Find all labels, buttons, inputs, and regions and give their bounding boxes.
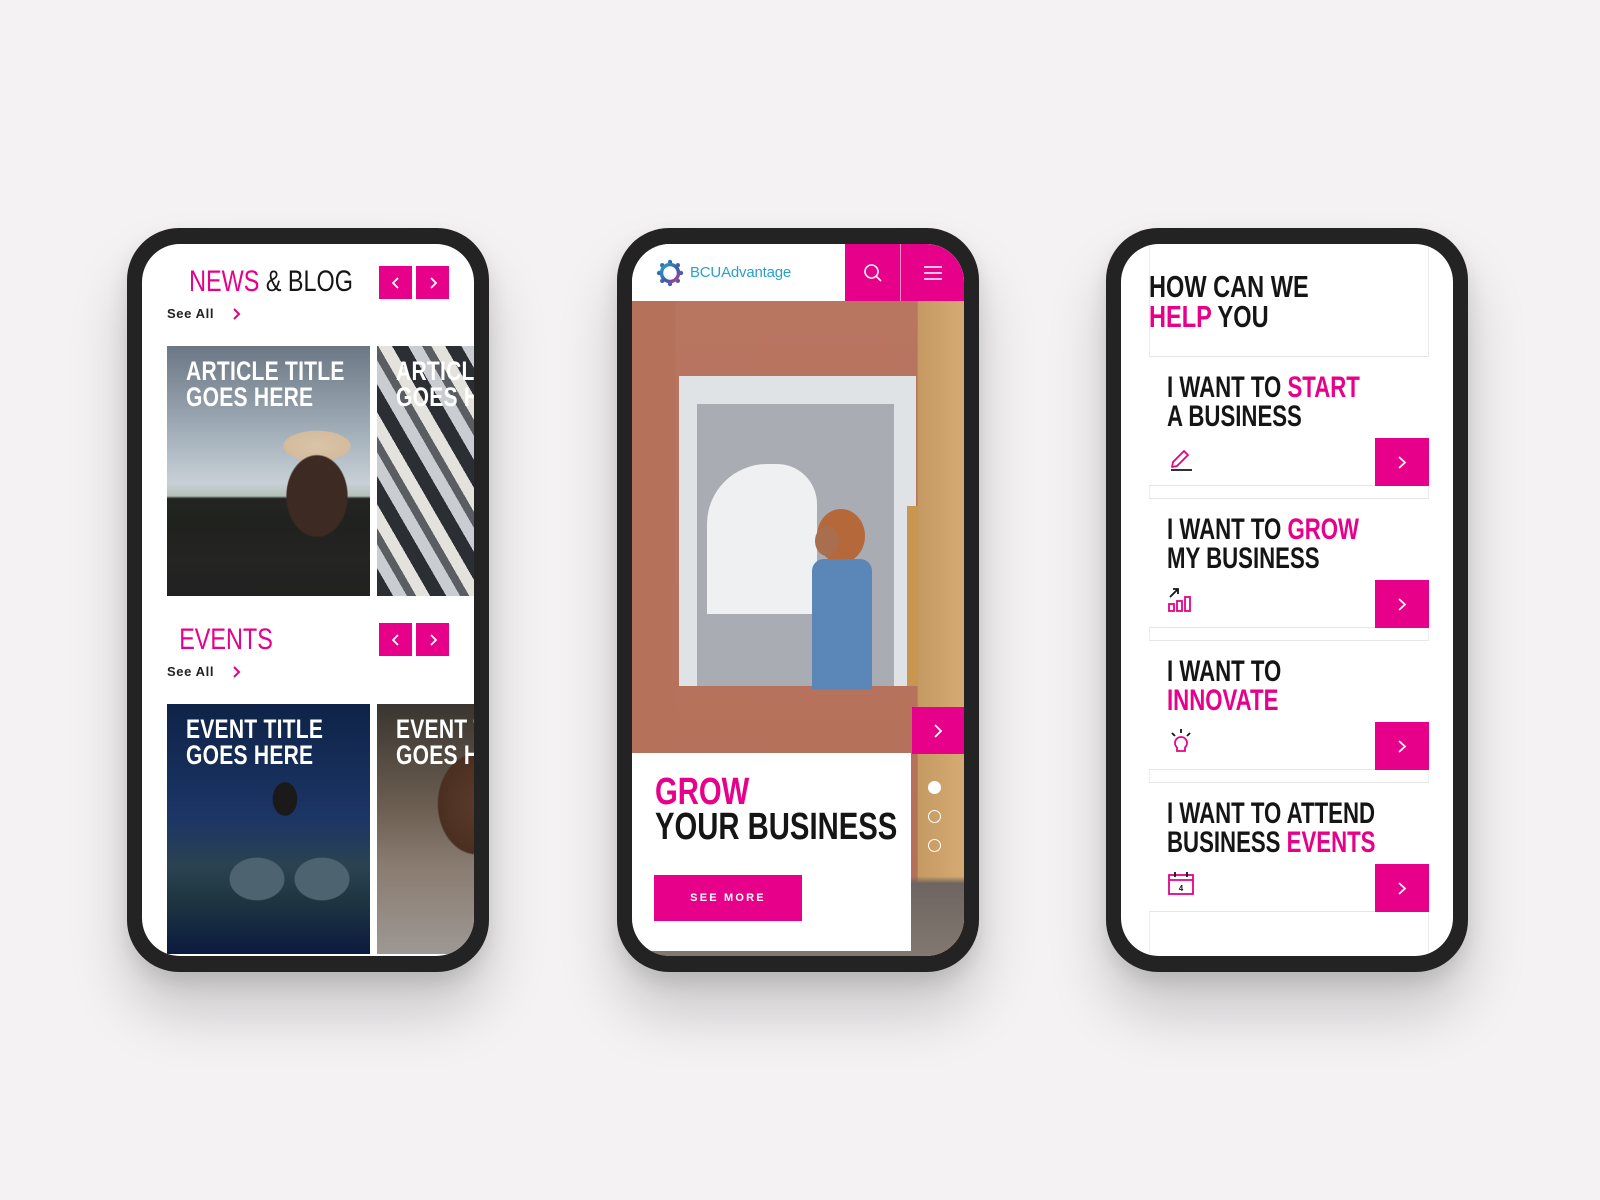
attend-events-button[interactable]: [1375, 864, 1429, 912]
event-card-title: EVENT TITLE GOES HERE: [186, 714, 324, 770]
chevron-right-icon: [233, 665, 241, 678]
help-card-title: I WANT TO START A BUSINESS: [1167, 371, 1360, 434]
chevron-right-icon: [1398, 881, 1407, 895]
chevron-right-icon: [1398, 455, 1407, 469]
search-icon: [863, 263, 882, 282]
news-blog-screen: NEWS & BLOG See All ARTICLE TITLE GOES H…: [142, 244, 474, 956]
chevron-right-icon: [429, 276, 437, 289]
news-prev-button[interactable]: [379, 266, 412, 299]
bcu-advantage-logo[interactable]: BCUAdvantage: [632, 244, 845, 301]
news-carousel-controls: [379, 266, 449, 299]
innovate-button[interactable]: [1375, 722, 1429, 770]
events-see-all-link[interactable]: See All: [167, 664, 241, 679]
chevron-right-icon: [429, 633, 437, 646]
help-card-title: I WANT TO GROW MY BUSINESS: [1167, 513, 1359, 576]
grow-business-button[interactable]: [1375, 580, 1429, 628]
news-blog-title: NEWS & BLOG: [189, 265, 353, 298]
carousel-dot-3[interactable]: [928, 839, 941, 852]
logo-text: BCUAdvantage: [690, 264, 791, 281]
events-next-button[interactable]: [416, 623, 449, 656]
carousel-dot-2[interactable]: [928, 810, 941, 823]
home-hero-screen: GROW YOUR BUSINESS SEE MORE BCUAdvantage: [632, 244, 964, 956]
chevron-left-icon: [391, 276, 399, 289]
hero-title: GROW YOUR BUSINESS: [655, 771, 898, 849]
chevron-right-icon: [934, 723, 943, 738]
pencil-icon: [1171, 450, 1192, 471]
chevron-right-icon: [233, 307, 241, 320]
carousel-dot-1[interactable]: [928, 781, 941, 794]
site-header: BCUAdvantage: [632, 244, 964, 301]
event-card-title: EVENT TITLE GOES HERE: [396, 714, 474, 770]
help-card-events[interactable]: I WANT TO ATTEND BUSINESS EVENTS 4: [1149, 782, 1429, 912]
help-screen: HOW CAN WE HELP YOU I WANT TO START A BU…: [1121, 244, 1453, 956]
phone-news-blog: NEWS & BLOG See All ARTICLE TITLE GOES H…: [127, 228, 489, 972]
chevron-right-icon: [1398, 597, 1407, 611]
article-card[interactable]: ARTICLE TITLE GOES HERE: [167, 346, 370, 596]
event-card[interactable]: EVENT TITLE GOES HERE: [167, 704, 370, 954]
menu-button[interactable]: [900, 244, 964, 301]
search-button[interactable]: [845, 244, 900, 301]
chevron-left-icon: [391, 633, 399, 646]
events-prev-button[interactable]: [379, 623, 412, 656]
calendar-icon: 4: [1168, 872, 1194, 895]
news-next-button[interactable]: [416, 266, 449, 299]
chevron-right-icon: [1398, 739, 1407, 753]
phone-home-hero: GROW YOUR BUSINESS SEE MORE BCUAdvantage: [617, 228, 979, 972]
hero-card: GROW YOUR BUSINESS SEE MORE: [632, 753, 911, 951]
help-card-title: I WANT TO INNOVATE: [1167, 655, 1282, 718]
article-card-title: ARTICLE TITLE GOES HERE: [186, 356, 345, 412]
start-business-button[interactable]: [1375, 438, 1429, 486]
event-card[interactable]: EVENT TITLE GOES HERE: [377, 704, 474, 954]
work-booth-illustration: [679, 376, 918, 689]
gear-logo-icon: [656, 259, 684, 286]
carousel-pagination: [928, 781, 941, 852]
growth-chart-icon: [1168, 588, 1191, 612]
help-card-innovate[interactable]: I WANT TO INNOVATE: [1149, 640, 1429, 770]
hamburger-menu-icon: [923, 265, 942, 280]
help-heading: HOW CAN WE HELP YOU: [1149, 269, 1309, 335]
events-carousel-controls: [379, 623, 449, 656]
help-card-start[interactable]: I WANT TO START A BUSINESS: [1149, 356, 1429, 486]
hero-image: GROW YOUR BUSINESS SEE MORE: [632, 301, 964, 956]
svg-text:4: 4: [1179, 884, 1184, 893]
phone-help: HOW CAN WE HELP YOU I WANT TO START A BU…: [1106, 228, 1468, 972]
help-card-title: I WANT TO ATTEND BUSINESS EVENTS: [1167, 797, 1376, 860]
events-title: EVENTS: [179, 623, 273, 656]
lightbulb-icon: [1171, 729, 1191, 752]
help-card-grow[interactable]: I WANT TO GROW MY BUSINESS: [1149, 498, 1429, 628]
hero-next-button[interactable]: [912, 707, 964, 754]
news-see-all-link[interactable]: See All: [167, 306, 241, 321]
see-more-button[interactable]: SEE MORE: [654, 875, 802, 921]
article-card[interactable]: ARTICLE TITLE GOES HERE: [377, 346, 474, 596]
article-card-title: ARTICLE TITLE GOES HERE: [396, 356, 474, 412]
